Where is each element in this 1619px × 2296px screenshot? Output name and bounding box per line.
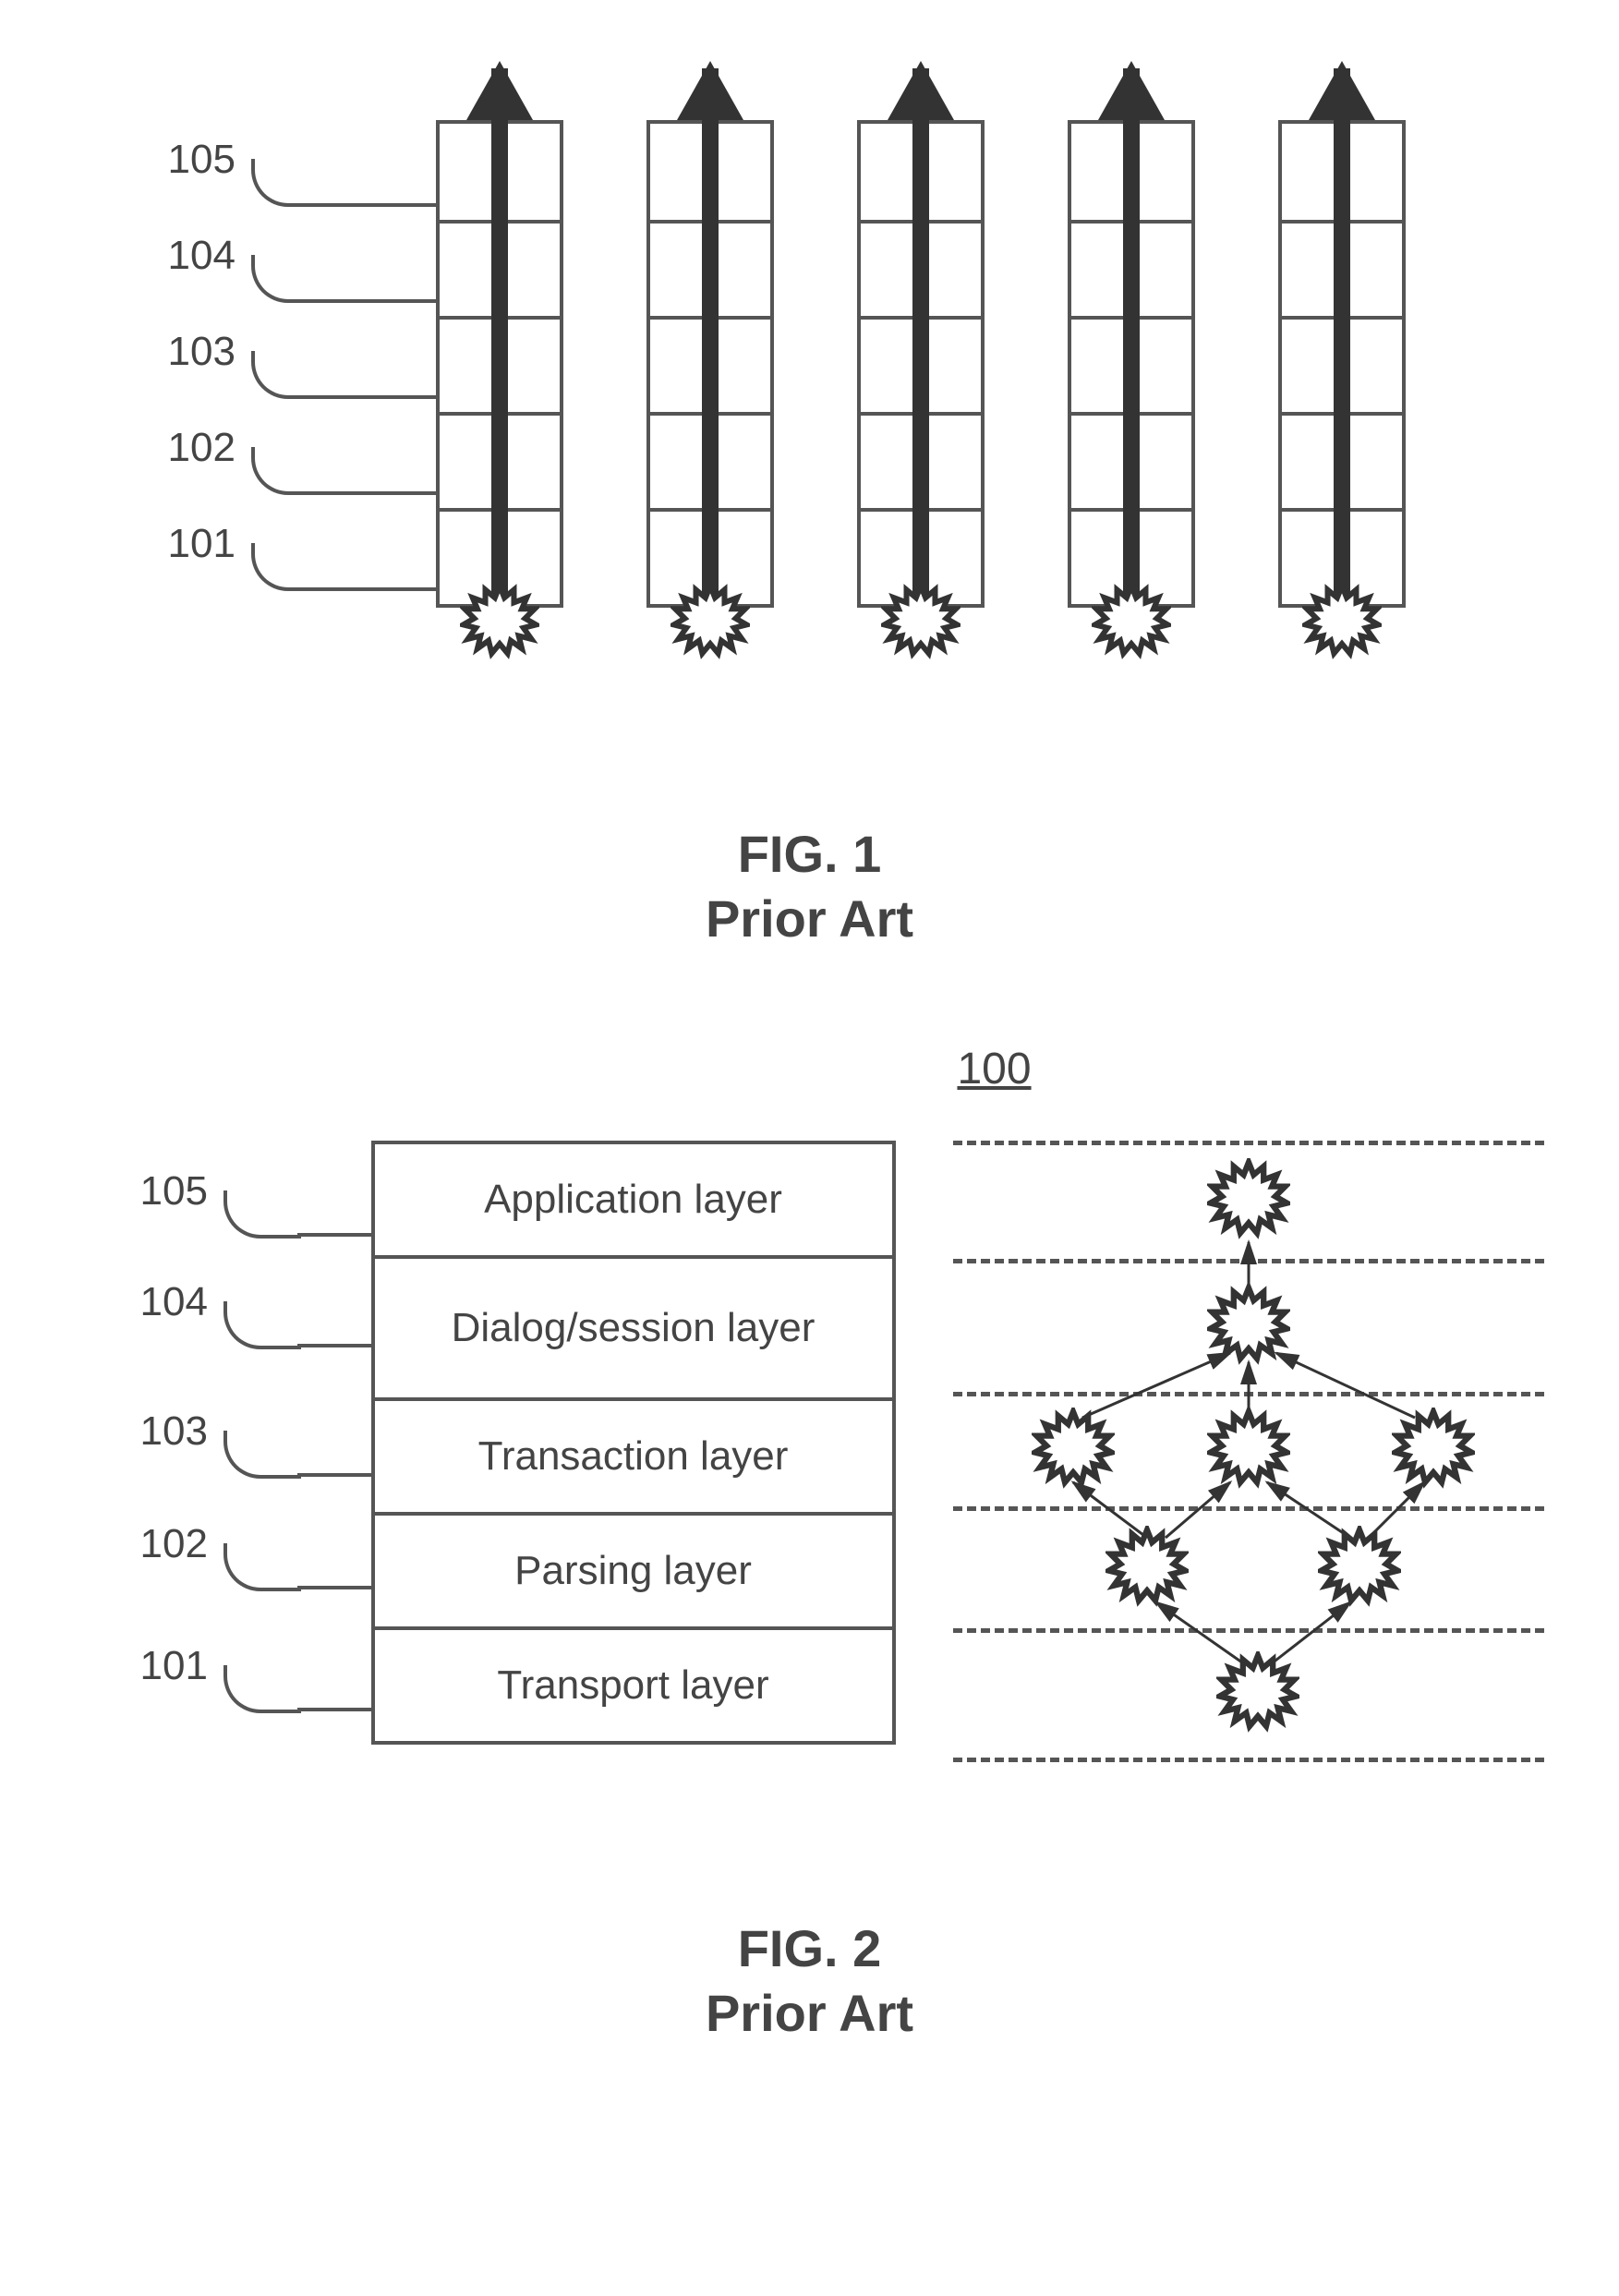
ref-label: 103 (168, 329, 236, 375)
fig2-ref-number: 100 (417, 1044, 1572, 1094)
burst-icon (1302, 582, 1382, 661)
ref-label: 101 (168, 521, 236, 567)
figure-2: 105 104 103 102 101 Application layer Di… (48, 1122, 1572, 1843)
up-arrow-icon (912, 68, 929, 604)
up-arrow-icon (491, 68, 508, 604)
ref-label: 103 (140, 1408, 208, 1455)
ref-label: 102 (140, 1521, 208, 1567)
burst-icon (1392, 1408, 1475, 1491)
table-row: Application layer (375, 1144, 892, 1255)
ref-label: 105 (140, 1168, 208, 1214)
caption-title: FIG. 1 (48, 822, 1572, 887)
burst-icon (1318, 1526, 1401, 1609)
layer-stack (1068, 120, 1195, 608)
caption-subtitle: Prior Art (48, 887, 1572, 951)
burst-icon (1106, 1526, 1189, 1609)
up-arrow-icon (1334, 68, 1350, 604)
ref-label: 101 (140, 1643, 208, 1689)
table-row: Parsing layer (375, 1512, 892, 1626)
layer-stack (857, 120, 985, 608)
caption-title: FIG. 2 (48, 1916, 1572, 1981)
up-arrow-icon (702, 68, 719, 604)
up-arrow-icon (1123, 68, 1140, 604)
burst-icon (460, 582, 539, 661)
burst-icon (881, 582, 961, 661)
ref-label: 104 (140, 1279, 208, 1325)
figure-1: 105 104 103 102 101 (48, 65, 1572, 785)
layer-stack (646, 120, 774, 608)
burst-icon (1216, 1651, 1299, 1734)
burst-icon (1032, 1408, 1115, 1491)
caption-subtitle: Prior Art (48, 1981, 1572, 2046)
table-row: Dialog/session layer (375, 1255, 892, 1397)
fig1-caption: FIG. 1 Prior Art (48, 822, 1572, 951)
burst-icon (1207, 1158, 1290, 1241)
burst-icon (671, 582, 750, 661)
fig2-caption: FIG. 2 Prior Art (48, 1916, 1572, 2046)
table-row: Transport layer (375, 1626, 892, 1741)
ref-label: 102 (168, 425, 236, 471)
layer-stack (1278, 120, 1406, 608)
layer-table: Application layer Dialog/session layer T… (371, 1141, 896, 1745)
burst-icon (1207, 1408, 1290, 1491)
ref-label: 105 (168, 137, 236, 183)
fig1-stacks (436, 120, 1406, 608)
table-row: Transaction layer (375, 1397, 892, 1512)
burst-icon (1092, 582, 1171, 661)
fig2-flow-graph (953, 1141, 1544, 1759)
ref-label: 104 (168, 233, 236, 279)
burst-icon (1207, 1284, 1290, 1367)
layer-stack (436, 120, 563, 608)
